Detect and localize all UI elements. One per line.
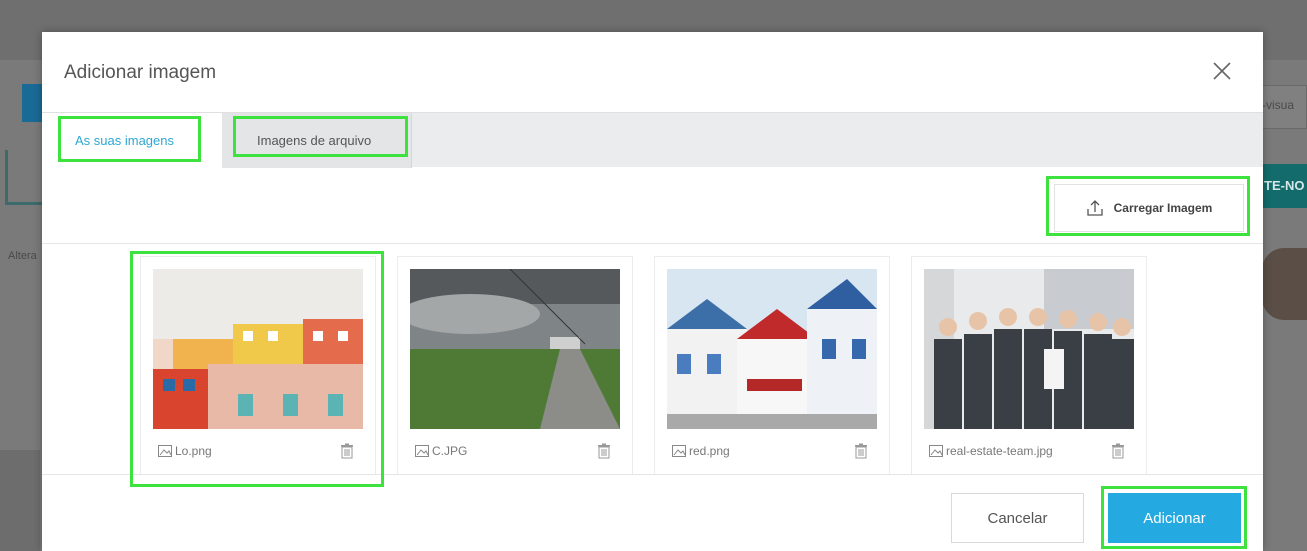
background-avatar: [1262, 248, 1307, 320]
modal-toolbar: Carregar Imagem: [42, 167, 1263, 244]
close-icon: [1213, 62, 1231, 80]
image-file-icon: [672, 445, 686, 457]
modal-title: Adicionar imagem: [64, 62, 217, 83]
image-card[interactable]: Lo.png: [140, 256, 376, 474]
image-card[interactable]: real-estate-team.jpg: [911, 256, 1147, 474]
modal-footer: Cancelar Adicionar: [42, 474, 1263, 551]
image-card[interactable]: red.png: [654, 256, 890, 474]
trash-icon[interactable]: [340, 443, 354, 459]
image-filename: C.JPG: [432, 444, 468, 458]
trash-icon[interactable]: [1111, 443, 1125, 459]
close-button[interactable]: [1208, 57, 1236, 85]
cancel-button[interactable]: Cancelar: [951, 493, 1084, 543]
image-filename-row: C.JPG: [415, 443, 615, 463]
add-image-modal: Adicionar imagem As suas imagens Imagens…: [42, 32, 1263, 551]
tab-stock-images-label: Imagens de arquivo: [257, 133, 372, 148]
upload-icon: [1086, 200, 1103, 216]
upload-image-button[interactable]: Carregar Imagem: [1054, 184, 1244, 232]
image-gallery: Lo.png C.JPG red.png real-estate-team.jp…: [42, 244, 1263, 474]
add-button[interactable]: Adicionar: [1108, 493, 1241, 543]
trash-icon[interactable]: [597, 443, 611, 459]
background-house-logo: [5, 150, 45, 205]
image-filename-row: Lo.png: [158, 443, 358, 463]
image-thumbnail: [924, 269, 1134, 429]
tab-bar: As suas imagens Imagens de arquivo: [42, 112, 1263, 168]
tab-your-images-label: As suas imagens: [75, 133, 174, 148]
image-filename-row: real-estate-team.jpg: [929, 443, 1129, 463]
image-thumbnail: [410, 269, 620, 429]
image-filename: real-estate-team.jpg: [946, 444, 1053, 458]
background-left-label: Altera: [8, 250, 37, 262]
modal-header: Adicionar imagem: [42, 32, 1263, 112]
background-bottom-left: [0, 450, 40, 551]
background-input-text: -visua: [1262, 98, 1295, 112]
tab-your-images[interactable]: As suas imagens: [42, 113, 222, 168]
trash-icon[interactable]: [854, 443, 868, 459]
upload-image-label: Carregar Imagem: [1113, 201, 1213, 215]
image-thumbnail: [667, 269, 877, 429]
image-file-icon: [415, 445, 429, 457]
background-teal-button-text: TE-NO: [1264, 178, 1305, 193]
image-filename: Lo.png: [175, 444, 212, 458]
image-card[interactable]: C.JPG: [397, 256, 633, 474]
tab-stock-images[interactable]: Imagens de arquivo: [222, 113, 412, 168]
image-file-icon: [929, 445, 943, 457]
image-thumbnail: [153, 269, 363, 429]
image-filename: red.png: [689, 444, 730, 458]
image-file-icon: [158, 445, 172, 457]
image-filename-row: red.png: [672, 443, 872, 463]
